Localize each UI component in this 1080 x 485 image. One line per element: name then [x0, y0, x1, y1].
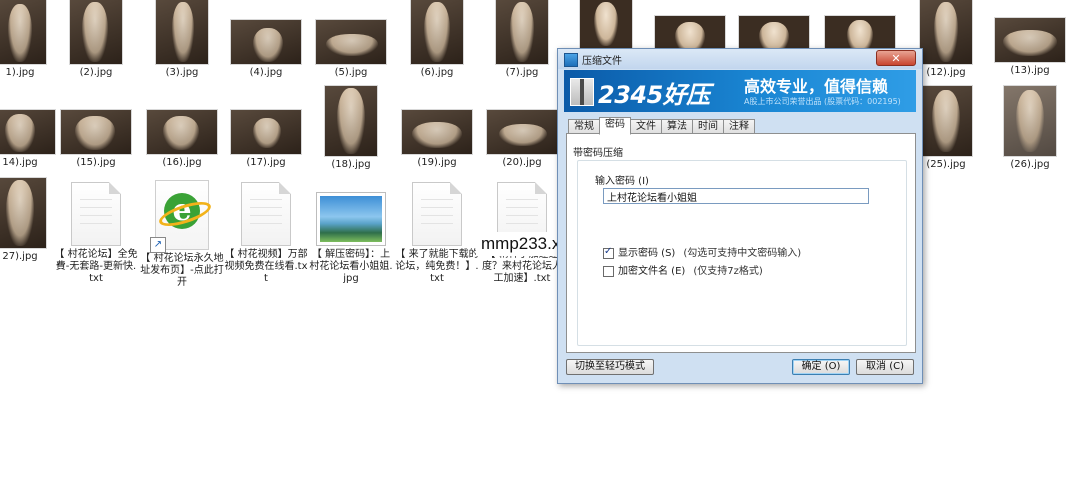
- image-thumbnail: [580, 0, 632, 48]
- group-title: 带密码压缩: [573, 148, 623, 159]
- image-file-icon[interactable]: 【 解压密码】：上村花论坛看小姐姐.jpg: [309, 192, 393, 285]
- file-name: 【 解压密码】：上村花论坛看小姐姐.jpg: [309, 249, 393, 284]
- file-name: (16).jpg: [162, 157, 202, 168]
- file-icon[interactable]: (2).jpg: [54, 0, 138, 79]
- file-icon[interactable]: 27).jpg: [0, 178, 62, 263]
- image-thumbnail: [411, 0, 463, 64]
- compress-dialog: 压缩文件 ✕ 2345好压 高效专业，值得信赖 A股上市公司荣誉出品 (股票代码…: [557, 48, 923, 384]
- file-name: 【 村花论坛】全免費-无套路-更新快.txt: [54, 249, 138, 284]
- image-thumbnail: [0, 178, 46, 248]
- show-password-hint: (勾选可支持中文密码输入): [683, 248, 802, 259]
- dialog-titlebar[interactable]: 压缩文件 ✕: [558, 49, 922, 69]
- password-label: 输入密码 (I): [595, 176, 649, 187]
- image-thumbnail: [325, 86, 377, 156]
- image-thumbnail: [70, 0, 122, 64]
- text-file-icon[interactable]: 【 村花视频】万部视频免费在线看.txt: [224, 182, 308, 285]
- tab-password[interactable]: 密码: [599, 117, 631, 135]
- file-icon[interactable]: (13).jpg: [988, 8, 1072, 77]
- file-name: 14).jpg: [2, 157, 38, 168]
- file-name: (18).jpg: [331, 159, 371, 170]
- file-icon[interactable]: (16).jpg: [140, 100, 224, 169]
- file-name: (15).jpg: [76, 157, 116, 168]
- file-name: 27).jpg: [2, 251, 38, 262]
- file-icon[interactable]: (7).jpg: [480, 0, 564, 79]
- image-thumbnail: [147, 110, 217, 154]
- file-icon[interactable]: (15).jpg: [54, 100, 138, 169]
- ok-button[interactable]: 确定 (O): [792, 359, 850, 375]
- file-name: (5).jpg: [334, 67, 368, 78]
- image-thumbnail: [156, 0, 208, 64]
- image-thumbnail: [231, 110, 301, 154]
- cancel-button[interactable]: 取消 (C): [856, 359, 914, 375]
- file-name: 【 村花视频】万部视频免费在线看.txt: [224, 249, 308, 284]
- image-thumbnail: [61, 110, 131, 154]
- file-icon[interactable]: (17).jpg: [224, 100, 308, 169]
- file-name: (26).jpg: [1010, 159, 1050, 170]
- image-thumbnail: [920, 0, 972, 64]
- brand-slogan: 高效专业，值得信赖: [744, 77, 889, 96]
- file-icon[interactable]: (3).jpg: [140, 0, 224, 79]
- show-password-label: 显示密码 (S): [618, 248, 676, 259]
- brand-subtitle: A股上市公司荣誉出品 (股票代码：002195): [744, 97, 901, 106]
- image-thumbnail: [487, 110, 557, 154]
- file-name: (2).jpg: [79, 67, 113, 78]
- switch-mode-button[interactable]: 切换至轻巧模式: [566, 359, 654, 375]
- app-icon: [564, 53, 578, 67]
- file-name: (20).jpg: [502, 157, 542, 168]
- archive-logo-icon: [570, 78, 594, 106]
- encrypt-names-checkbox[interactable]: [603, 265, 614, 277]
- file-icon[interactable]: (5).jpg: [309, 10, 393, 79]
- text-document-icon: [412, 182, 462, 246]
- file-name: (17).jpg: [246, 157, 286, 168]
- image-thumbnail: [0, 0, 46, 64]
- file-icon[interactable]: (20).jpg: [480, 100, 564, 169]
- dialog-title: 压缩文件: [582, 56, 622, 67]
- internet-explorer-icon: e ↗: [150, 180, 214, 253]
- file-name: (7).jpg: [505, 67, 539, 78]
- landscape-image-icon: [316, 192, 386, 246]
- image-thumbnail: [402, 110, 472, 154]
- password-panel: 带密码压缩 输入密码 (I) 显示密码 (S) (勾选可支持中文密码输入) 加密文…: [566, 133, 916, 353]
- image-thumbnail[interactable]: [564, 0, 648, 48]
- show-password-row[interactable]: 显示密码 (S) (勾选可支持中文密码输入): [603, 244, 801, 259]
- image-thumbnail: [496, 0, 548, 64]
- image-thumbnail: [995, 18, 1065, 62]
- shortcut-file-icon[interactable]: e ↗ 【 村花论坛永久地址发布页】-点此打开: [140, 180, 224, 289]
- text-file-icon[interactable]: 【 村花论坛】全免費-无套路-更新快.txt: [54, 182, 138, 285]
- text-file-icon[interactable]: 【 来了就能下载的论坛，纯免费！】.txt: [395, 182, 479, 285]
- encrypt-names-label: 加密文件名 (E): [618, 266, 686, 277]
- image-thumbnail: [920, 86, 972, 156]
- file-name: (19).jpg: [417, 157, 457, 168]
- shortcut-arrow-icon: ↗: [150, 237, 166, 253]
- file-icon[interactable]: (26).jpg: [988, 86, 1072, 171]
- file-name: 1).jpg: [5, 67, 35, 78]
- image-thumbnail: [1004, 86, 1056, 156]
- text-document-icon: [71, 182, 121, 246]
- file-name: (13).jpg: [1010, 65, 1050, 76]
- file-name: (4).jpg: [249, 67, 283, 78]
- file-name: (6).jpg: [420, 67, 454, 78]
- file-icon[interactable]: (6).jpg: [395, 0, 479, 79]
- file-icon[interactable]: 1).jpg: [0, 0, 62, 79]
- image-thumbnail: [0, 110, 55, 154]
- brand-logo: 2345好压: [598, 81, 710, 109]
- close-button[interactable]: ✕: [876, 50, 916, 66]
- file-icon[interactable]: (19).jpg: [395, 100, 479, 169]
- file-icon[interactable]: 14).jpg: [0, 100, 62, 169]
- tab-bar: 常规 密码 文件 算法 时间 注释: [568, 117, 755, 135]
- encrypt-names-row[interactable]: 加密文件名 (E) (仅支持7z格式): [603, 262, 763, 277]
- image-thumbnail: [316, 20, 386, 64]
- file-name: 【 村花论坛永久地址发布页】-点此打开: [140, 253, 224, 288]
- encrypt-names-hint: (仅支持7z格式): [693, 266, 763, 277]
- image-thumbnail: [231, 20, 301, 64]
- brand-banner: 2345好压 高效专业，值得信赖 A股上市公司荣誉出品 (股票代码：002195…: [564, 70, 916, 112]
- file-icon[interactable]: (18).jpg: [309, 86, 393, 171]
- file-icon[interactable]: (4).jpg: [224, 10, 308, 79]
- show-password-checkbox[interactable]: [603, 246, 614, 259]
- file-name: (3).jpg: [165, 67, 199, 78]
- password-input[interactable]: [603, 188, 869, 204]
- text-document-icon: [241, 182, 291, 246]
- file-name: 【 来了就能下载的论坛，纯免费！】.txt: [395, 249, 479, 284]
